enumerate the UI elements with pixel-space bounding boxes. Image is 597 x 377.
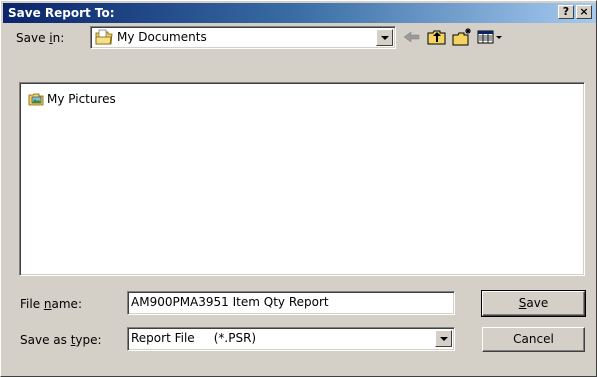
cancel-button[interactable]: Cancel xyxy=(482,327,585,352)
save-as-type-dropdown-arrow[interactable] xyxy=(435,330,452,347)
list-item[interactable]: My Pictures xyxy=(28,92,116,106)
help-button[interactable]: ? xyxy=(558,5,574,19)
back-arrow-icon[interactable] xyxy=(401,27,423,47)
save-dialog: Save Report To: ? × Save in: My Document… xyxy=(0,0,597,377)
window-title: Save Report To: xyxy=(8,6,115,20)
close-button[interactable]: × xyxy=(576,5,592,19)
save-button[interactable]: Save xyxy=(481,290,586,317)
save-in-value: My Documents xyxy=(117,30,207,44)
documents-folder-icon xyxy=(95,29,113,45)
save-in-label: Save in: xyxy=(16,31,65,45)
save-in-dropdown[interactable]: My Documents xyxy=(90,26,396,49)
file-name-value: AM900PMA3951 Item Qty Report xyxy=(131,295,329,309)
view-menu-icon[interactable] xyxy=(476,27,504,47)
file-name-label: File name: xyxy=(20,297,82,311)
file-list[interactable] xyxy=(19,82,585,276)
save-as-type-value: Report File (*.PSR) xyxy=(131,331,257,345)
save-as-type-dropdown[interactable]: Report File (*.PSR) xyxy=(127,327,455,351)
list-item-label: My Pictures xyxy=(47,92,116,106)
title-bar[interactable]: Save Report To: ? × xyxy=(3,3,596,23)
up-folder-icon[interactable] xyxy=(426,27,448,47)
new-folder-icon[interactable] xyxy=(451,27,473,47)
save-in-dropdown-arrow[interactable] xyxy=(376,29,393,46)
file-name-input[interactable]: AM900PMA3951 Item Qty Report xyxy=(127,291,455,315)
pictures-folder-icon xyxy=(28,92,44,106)
save-as-type-label: Save as type: xyxy=(20,333,102,347)
